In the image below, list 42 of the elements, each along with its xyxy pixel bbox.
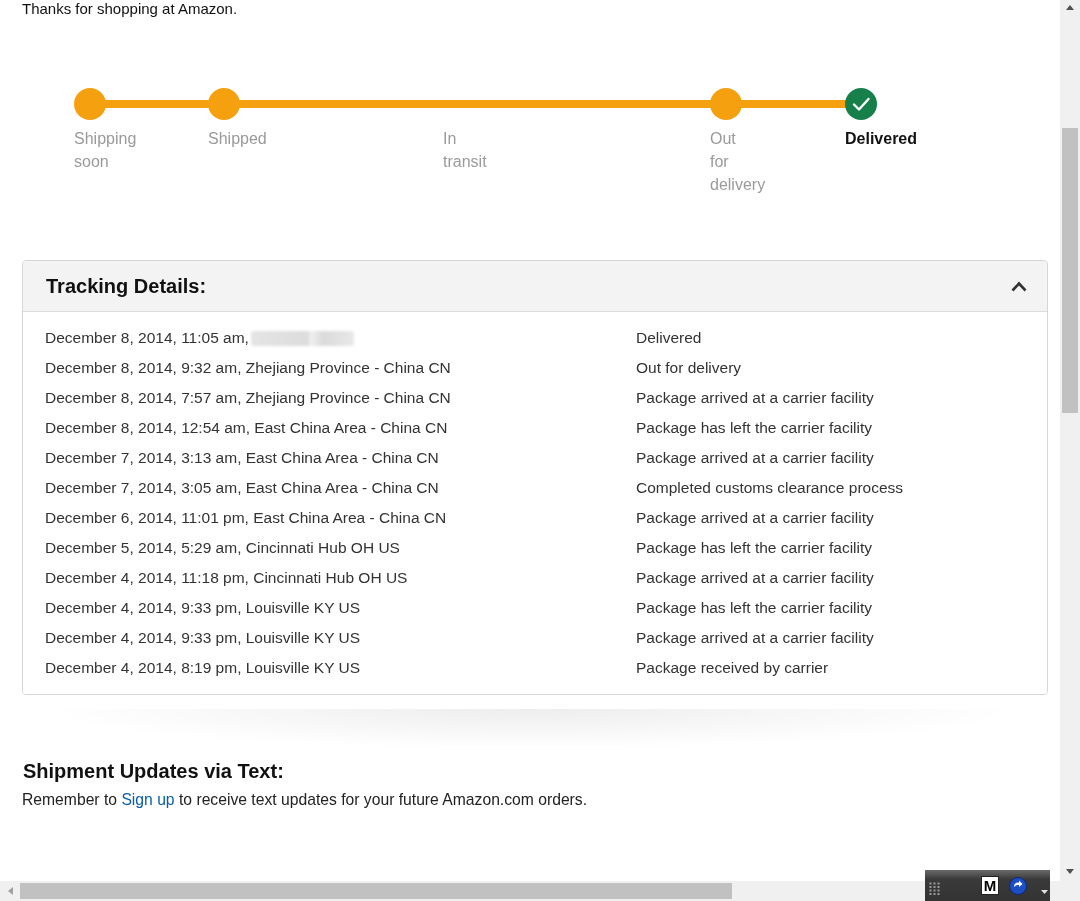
scrollbar-thumb[interactable]	[20, 883, 732, 899]
up-arrow-icon[interactable]	[1066, 4, 1074, 10]
intro-text: Thanks for shopping at Amazon.	[21, 0, 238, 17]
section-title: Shipment Updates via Text:	[23, 759, 284, 783]
scrollbar-thumb[interactable]	[1062, 128, 1078, 413]
event-status: Package arrived at a carrier facility	[636, 628, 874, 649]
event-status: Package arrived at a carrier facility	[636, 508, 874, 529]
event-status: Package received by carrier	[636, 658, 829, 679]
event-time-location: December 4, 2014, 8:19 pm, Louisville KY US	[45, 658, 361, 679]
event-status: Out for delivery	[636, 358, 742, 379]
input-mode-indicator[interactable]: M	[981, 876, 999, 895]
event-status: Package has left the carrier facility	[636, 418, 873, 439]
step-label: Delivered	[845, 129, 918, 149]
event-status: Package has left the carrier facility	[636, 598, 873, 619]
event-status: Package has left the carrier facility	[636, 538, 873, 559]
event-time-location: December 8, 2014, 7:57 am, Zhejiang Province - China CN	[45, 388, 451, 409]
chevron-up-icon[interactable]	[1011, 280, 1027, 292]
event-time-location: December 4, 2014, 11:18 pm, Cincinnati Hub OH US	[45, 568, 408, 589]
step-label: Shipping soon	[74, 129, 137, 172]
panel-title: Tracking Details:	[46, 274, 207, 299]
event-time-location: December 7, 2014, 3:13 am, East China Area - China CN	[45, 448, 439, 469]
event-status: Completed customs clearance process	[636, 478, 904, 499]
step-label: Shipped	[208, 129, 267, 149]
caret-icon[interactable]	[1041, 889, 1048, 894]
event-status: Delivered	[636, 328, 702, 349]
event-time-location: December 5, 2014, 5:29 am, Cincinnati Hub OH US	[45, 538, 400, 559]
event-status: Package arrived at a carrier facility	[636, 388, 874, 409]
updates-message: Remember to Sign up to receive text updates for your future Amazon.com orders.	[22, 790, 588, 810]
event-time-location: December 8, 2014, 9:32 am, Zhejiang Province - China CN	[45, 358, 451, 379]
step-label: In transit	[443, 129, 487, 172]
event-time-location: December 4, 2014, 9:33 pm, Louisville KY US	[45, 598, 361, 619]
down-arrow-icon[interactable]	[1066, 869, 1074, 874]
event-time-location: December 7, 2014, 3:05 am, East China Area - China CN	[45, 478, 439, 499]
event-time-location: December 8, 2014, 12:54 am, East China Area - China CN	[45, 418, 448, 439]
event-status: Package arrived at a carrier facility	[636, 448, 874, 469]
event-status: Package arrived at a carrier facility	[636, 568, 874, 589]
grip-icon[interactable]	[929, 881, 941, 896]
step-label: Out for delivery	[710, 129, 766, 195]
event-time-location: December 8, 2014, 11:05 am,	[45, 328, 249, 349]
event-time-location: December 4, 2014, 9:33 pm, Louisville KY US	[45, 628, 361, 649]
event-time-location: December 6, 2014, 11:01 pm, East China Area - China CN	[45, 508, 447, 529]
sign-up-link[interactable]: Sign up	[121, 791, 175, 808]
